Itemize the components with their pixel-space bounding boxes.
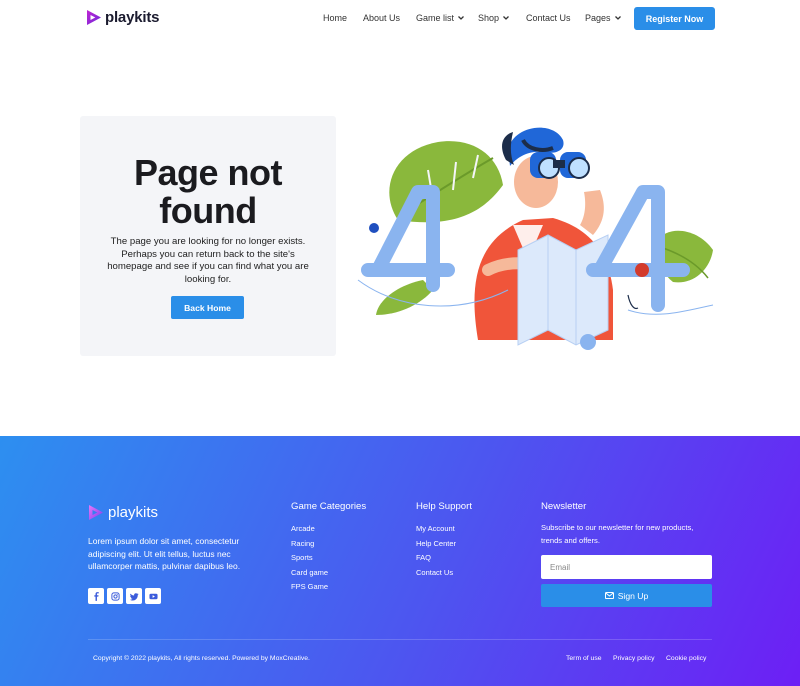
nav-label: About Us: [363, 13, 401, 23]
cookie-policy-link[interactable]: Cookie policy: [666, 655, 706, 662]
footer-link-arcade[interactable]: Arcade: [291, 522, 366, 537]
footer-column-title: Game Categories: [291, 501, 367, 512]
twitter-link[interactable]: [126, 588, 142, 604]
facebook-icon: [93, 591, 99, 601]
facebook-link[interactable]: [88, 588, 104, 604]
nav-item-game-list[interactable]: Game list: [416, 13, 464, 23]
privacy-policy-link[interactable]: Privacy policy: [613, 655, 655, 662]
nav-label: Home: [323, 13, 348, 23]
footer-game-categories: Game Categories Arcade Racing Sports Car…: [291, 501, 366, 595]
youtube-icon: [148, 593, 158, 599]
footer-brand-logo[interactable]: playkits: [88, 504, 158, 521]
register-now-button[interactable]: Register Now: [634, 7, 715, 30]
nav-item-about[interactable]: About Us: [363, 13, 400, 23]
footer-divider: [88, 639, 712, 640]
footer-help-support: Help Support My Account Help Center FAQ …: [416, 501, 472, 580]
social-links: [88, 588, 161, 604]
footer-link-fps-game[interactable]: FPS Game: [291, 580, 366, 595]
footer-newsletter: Newsletter: [541, 501, 586, 522]
404-binoculars-illustration: [357, 127, 714, 350]
youtube-link[interactable]: [145, 588, 161, 604]
footer-about-text: Lorem ipsum dolor sit amet, consectetur …: [88, 536, 241, 571]
chevron-down-icon: [458, 16, 464, 20]
envelope-icon: [604, 592, 614, 599]
back-home-button[interactable]: Back Home: [171, 296, 244, 319]
page-title-line: Page not: [133, 152, 283, 193]
footer-link-help-center[interactable]: Help Center: [416, 537, 472, 552]
newsletter-signup-button[interactable]: Sign Up: [541, 584, 712, 607]
site-header: playkits Home About Us Game list Shop Co…: [0, 0, 800, 36]
nav-item-pages[interactable]: Pages: [585, 13, 621, 23]
nav-label: Game list: [416, 13, 455, 23]
footer-column-title: Newsletter: [541, 501, 587, 512]
chevron-down-icon: [614, 16, 621, 20]
twitter-icon: [129, 592, 139, 601]
nav-item-shop[interactable]: Shop: [478, 13, 509, 23]
nav-item-contact[interactable]: Contact Us: [526, 13, 571, 23]
nav-label: Shop: [478, 13, 500, 23]
footer-link-card-game[interactable]: Card game: [291, 566, 366, 581]
signup-label: Sign Up: [617, 590, 649, 601]
page-title-line: found: [159, 190, 257, 231]
not-found-message: The page you are looking for no longer e…: [107, 236, 309, 285]
newsletter-email-input[interactable]: [541, 555, 712, 579]
term-of-use-link[interactable]: Term of use: [566, 655, 602, 662]
nav-label: Contact Us: [526, 13, 571, 23]
page-title: Page not found: [80, 154, 336, 230]
site-footer: playkits Lorem ipsum dolor sit amet, con…: [0, 436, 800, 686]
instagram-link[interactable]: [107, 588, 123, 604]
not-found-card: Page not found The page you are looking …: [80, 116, 336, 356]
footer-link-faq[interactable]: FAQ: [416, 551, 472, 566]
footer-link-contact-us[interactable]: Contact Us: [416, 566, 472, 581]
instagram-icon: [110, 591, 120, 601]
nav-item-home[interactable]: Home: [323, 13, 347, 23]
footer-link-my-account[interactable]: My Account: [416, 522, 472, 537]
nav-label: Pages: [585, 13, 611, 23]
newsletter-text: Subscribe to our newsletter for new prod…: [541, 523, 694, 545]
footer-link-sports[interactable]: Sports: [291, 551, 366, 566]
playkits-logo-icon: [89, 505, 103, 520]
footer-brand-name: playkits: [108, 504, 159, 521]
chevron-down-icon: [503, 16, 509, 20]
footer-link-racing[interactable]: Racing: [291, 537, 366, 552]
copyright-text: Copyright © 2022 playkits, All rights re…: [93, 655, 310, 662]
footer-column-title: Help Support: [416, 501, 472, 512]
